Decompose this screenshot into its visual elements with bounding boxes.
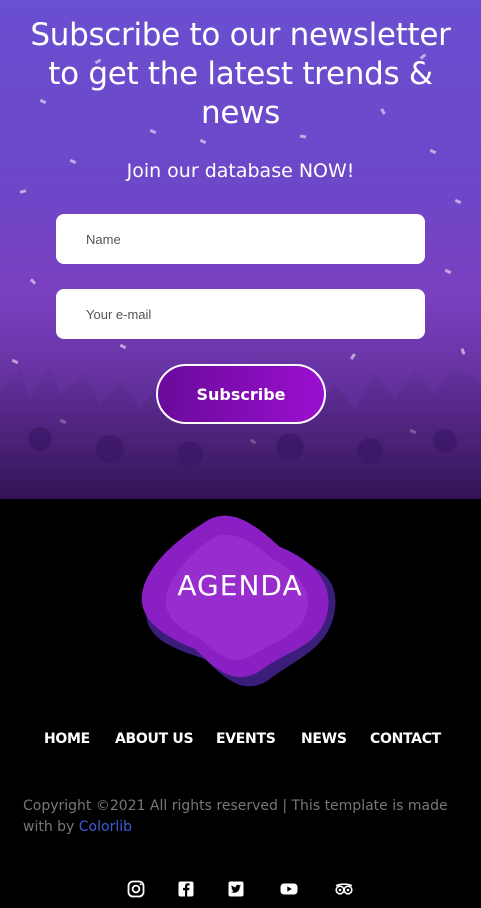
tripadvisor-icon[interactable] — [334, 879, 354, 899]
facebook-icon[interactable] — [176, 879, 196, 899]
subscribe-button[interactable]: Subscribe — [156, 364, 326, 424]
colorlib-link[interactable]: Colorlib — [79, 819, 132, 835]
nav-events[interactable]: EVENTS — [216, 731, 276, 747]
newsletter-subtitle: Join our database NOW! — [126, 160, 355, 182]
nav-home[interactable]: HOME — [44, 731, 90, 747]
copyright-text: Copyright ©2021 All rights reserved | Th… — [23, 796, 453, 838]
newsletter-title: Subscribe to our newsletter to get the l… — [30, 17, 451, 131]
site-footer: AGENDA HOME ABOUT US EVENTS NEWS CONTACT… — [0, 499, 481, 908]
youtube-icon[interactable] — [279, 879, 299, 899]
logo-text: AGENDA — [177, 569, 303, 602]
name-input[interactable] — [56, 214, 425, 264]
footer-nav: HOME ABOUT US EVENTS NEWS CONTACT — [0, 731, 481, 753]
newsletter-section: Subscribe to our newsletter to get the l… — [0, 0, 481, 499]
social-links — [0, 879, 481, 899]
nav-contact[interactable]: CONTACT — [370, 731, 441, 747]
nav-about-us[interactable]: ABOUT US — [115, 731, 194, 747]
nav-news[interactable]: NEWS — [301, 731, 347, 747]
twitter-icon[interactable] — [226, 879, 246, 899]
email-input[interactable] — [56, 289, 425, 339]
instagram-icon[interactable] — [126, 879, 146, 899]
